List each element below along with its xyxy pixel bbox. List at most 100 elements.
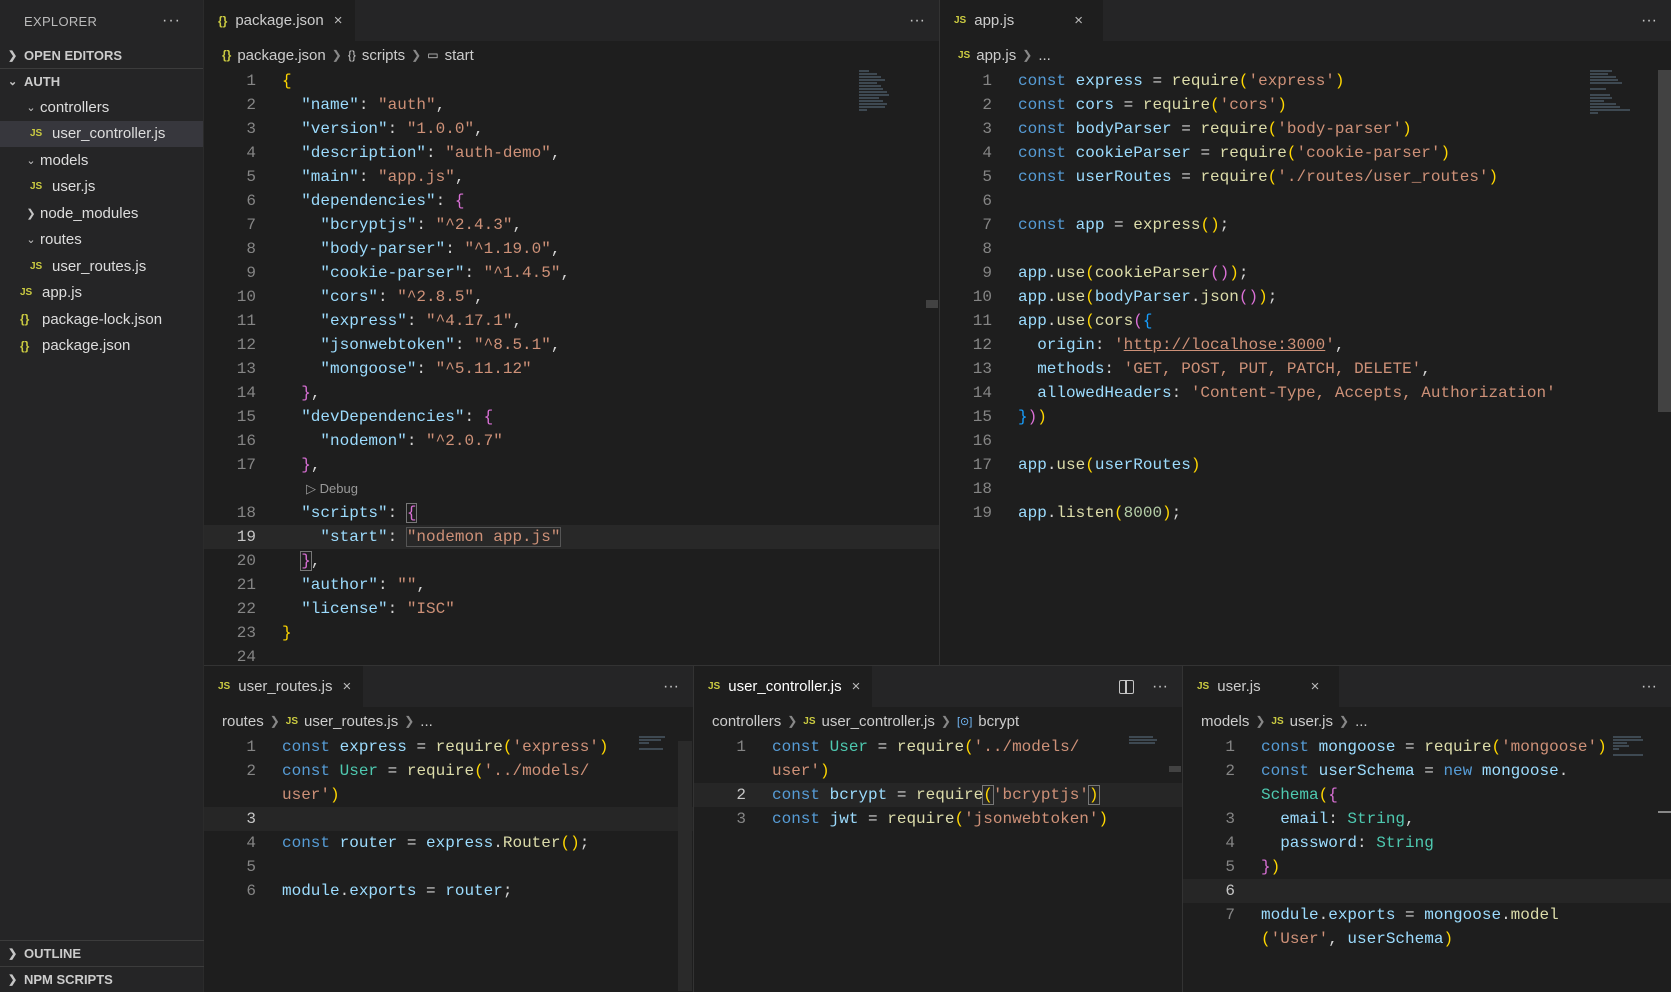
tab-actions: ··· [909, 0, 925, 41]
minimap[interactable] [859, 70, 917, 112]
scrollbar[interactable] [1658, 70, 1671, 412]
tab-user-js[interactable]: JS user.js × [1183, 666, 1340, 707]
minimap[interactable] [1129, 736, 1182, 745]
tree-label: node_modules [40, 204, 139, 222]
js-file-icon: JS [708, 681, 721, 692]
scrollbar[interactable] [1658, 811, 1671, 813]
breadcrumb-item[interactable]: user_controller.js [822, 713, 935, 730]
breadcrumb-item[interactable]: bcrypt [978, 713, 1019, 730]
breadcrumb-item[interactable]: models [1201, 713, 1249, 730]
auth-folder-section[interactable]: ⌄ AUTH [0, 68, 203, 94]
tab-actions: ··· [663, 666, 679, 707]
js-file-icon: JS [1197, 681, 1210, 692]
code-editor[interactable]: 1 const mongoose = require('mongoose') 2c… [1183, 735, 1671, 951]
tree-file-package-json[interactable]: {} package.json [0, 333, 203, 360]
tab-user-routes[interactable]: JS user_routes.js × [204, 666, 364, 707]
more-actions-icon[interactable]: ··· [162, 12, 181, 30]
npm-scripts-section[interactable]: ❯ NPM SCRIPTS [0, 966, 204, 992]
split-editor-icon[interactable] [1119, 679, 1135, 694]
string-icon: ▭ [427, 48, 439, 62]
tree-folder-controllers[interactable]: ⌄ controllers [0, 94, 203, 121]
tab-package-json[interactable]: {} package.json × [204, 0, 355, 41]
tree-file-user-js[interactable]: JS user.js [0, 174, 203, 201]
open-editors-section[interactable]: ❯ OPEN EDITORS [0, 42, 203, 68]
close-icon[interactable]: × [334, 12, 343, 29]
tree-file-app-js[interactable]: JS app.js [0, 280, 203, 307]
close-icon[interactable]: × [342, 678, 351, 695]
npm-scripts-label: NPM SCRIPTS [24, 972, 113, 987]
tab-label: user.js [1217, 678, 1261, 695]
scrollbar[interactable] [678, 741, 692, 991]
tree-label: models [40, 151, 89, 169]
code-editor[interactable]: 1 const express = require('express') 2 con… [204, 735, 693, 903]
more-actions-icon[interactable]: ··· [909, 12, 925, 30]
code-editor[interactable]: 1 const express = require('express') 2 con… [940, 69, 1671, 525]
file-tree: ⌄ controllers JS user_controller.js ⌄ mo… [0, 94, 203, 359]
more-actions-icon[interactable]: ··· [1152, 678, 1168, 696]
tab-app-js[interactable]: JS app.js × [940, 0, 1104, 41]
scrollbar[interactable] [1169, 766, 1181, 772]
tab-bar: JS user_controller.js × ··· [694, 666, 1182, 707]
breadcrumb-item[interactable]: user_routes.js [304, 713, 398, 730]
chevron-right-icon: ❯ [1339, 714, 1350, 728]
tree-label: controllers [40, 98, 110, 116]
tree-file-package-lock[interactable]: {} package-lock.json [0, 306, 203, 333]
tree-folder-models[interactable]: ⌄ models [0, 147, 203, 174]
debug-icon: ▷ [306, 481, 316, 496]
breadcrumb-item[interactable]: ... [1038, 47, 1051, 64]
close-icon[interactable]: × [852, 678, 861, 695]
explorer-title: EXPLORER [24, 13, 98, 29]
minimap[interactable] [1613, 736, 1671, 757]
breadcrumb-item[interactable]: controllers [712, 713, 781, 730]
chevron-down-icon: ⌄ [26, 234, 36, 247]
variable-icon: [⊙] [956, 715, 973, 728]
breadcrumb-item[interactable]: package.json [237, 47, 325, 64]
js-file-icon: JS [285, 715, 298, 727]
chevron-right-icon: ❯ [8, 974, 18, 986]
breadcrumb-item[interactable]: start [445, 47, 474, 64]
tab-bar: JS app.js × ··· [940, 0, 1671, 41]
tab-user-controller[interactable]: JS user_controller.js × [694, 666, 873, 707]
breadcrumb-item[interactable]: user.js [1290, 713, 1333, 730]
tab-label: package.json [235, 12, 324, 29]
tree-folder-node-modules[interactable]: ❯ node_modules [0, 200, 203, 227]
sidebar-bottom-sections: ❯ OUTLINE ❯ NPM SCRIPTS [0, 940, 204, 992]
breadcrumb-item[interactable]: ... [1355, 713, 1368, 730]
close-icon[interactable]: × [1311, 678, 1320, 695]
chevron-down-icon: ⌄ [26, 154, 36, 167]
breadcrumb-item[interactable]: scripts [362, 47, 405, 64]
debug-codelens[interactable]: ▷ Debug [204, 477, 939, 501]
tree-folder-routes[interactable]: ⌄ routes [0, 227, 203, 254]
breadcrumb: routes ❯ JS user_routes.js ❯ ... [204, 707, 693, 735]
tab-label: user_controller.js [728, 678, 842, 695]
breadcrumb-item[interactable]: routes [222, 713, 264, 730]
js-file-icon: JS [30, 260, 43, 272]
more-actions-icon[interactable]: ··· [1641, 678, 1657, 696]
explorer-header: EXPLORER ··· [0, 0, 203, 42]
tree-file-user-routes[interactable]: JS user_routes.js [0, 253, 203, 280]
more-actions-icon[interactable]: ··· [1641, 12, 1657, 30]
chevron-right-icon: ❯ [1255, 714, 1266, 728]
close-icon[interactable]: × [1074, 12, 1083, 29]
chevron-right-icon: ❯ [269, 714, 280, 728]
js-file-icon: JS [218, 681, 231, 692]
tree-label: user_routes.js [52, 257, 147, 275]
minimap[interactable] [1590, 70, 1648, 115]
outline-section[interactable]: ❯ OUTLINE [0, 940, 204, 966]
code-editor[interactable]: 1{ 2 "name": "auth", 3 "version": "1.0.0… [204, 69, 939, 665]
code-editor[interactable]: 1 const User = require('../models/ user')… [694, 735, 1182, 831]
scrollbar[interactable] [926, 300, 938, 308]
js-file-icon: JS [30, 181, 43, 193]
chevron-right-icon: ❯ [940, 714, 951, 728]
breadcrumb-item[interactable]: ... [420, 713, 433, 730]
chevron-right-icon: ❯ [8, 49, 18, 62]
json-file-icon: {} [222, 48, 232, 62]
breadcrumb: {} package.json ❯ {} scripts ❯ ▭ start [204, 41, 939, 69]
js-file-icon: JS [30, 128, 43, 140]
editor-group-package-json: {} package.json × ··· {} package.json ❯ … [204, 0, 939, 665]
more-actions-icon[interactable]: ··· [663, 678, 679, 696]
breadcrumb-item[interactable]: app.js [976, 47, 1016, 64]
open-editors-label: OPEN EDITORS [24, 47, 123, 63]
editor-group-user-controller: JS user_controller.js × ··· controllers … [693, 665, 1182, 992]
tree-file-user-controller[interactable]: JS user_controller.js [0, 120, 203, 147]
